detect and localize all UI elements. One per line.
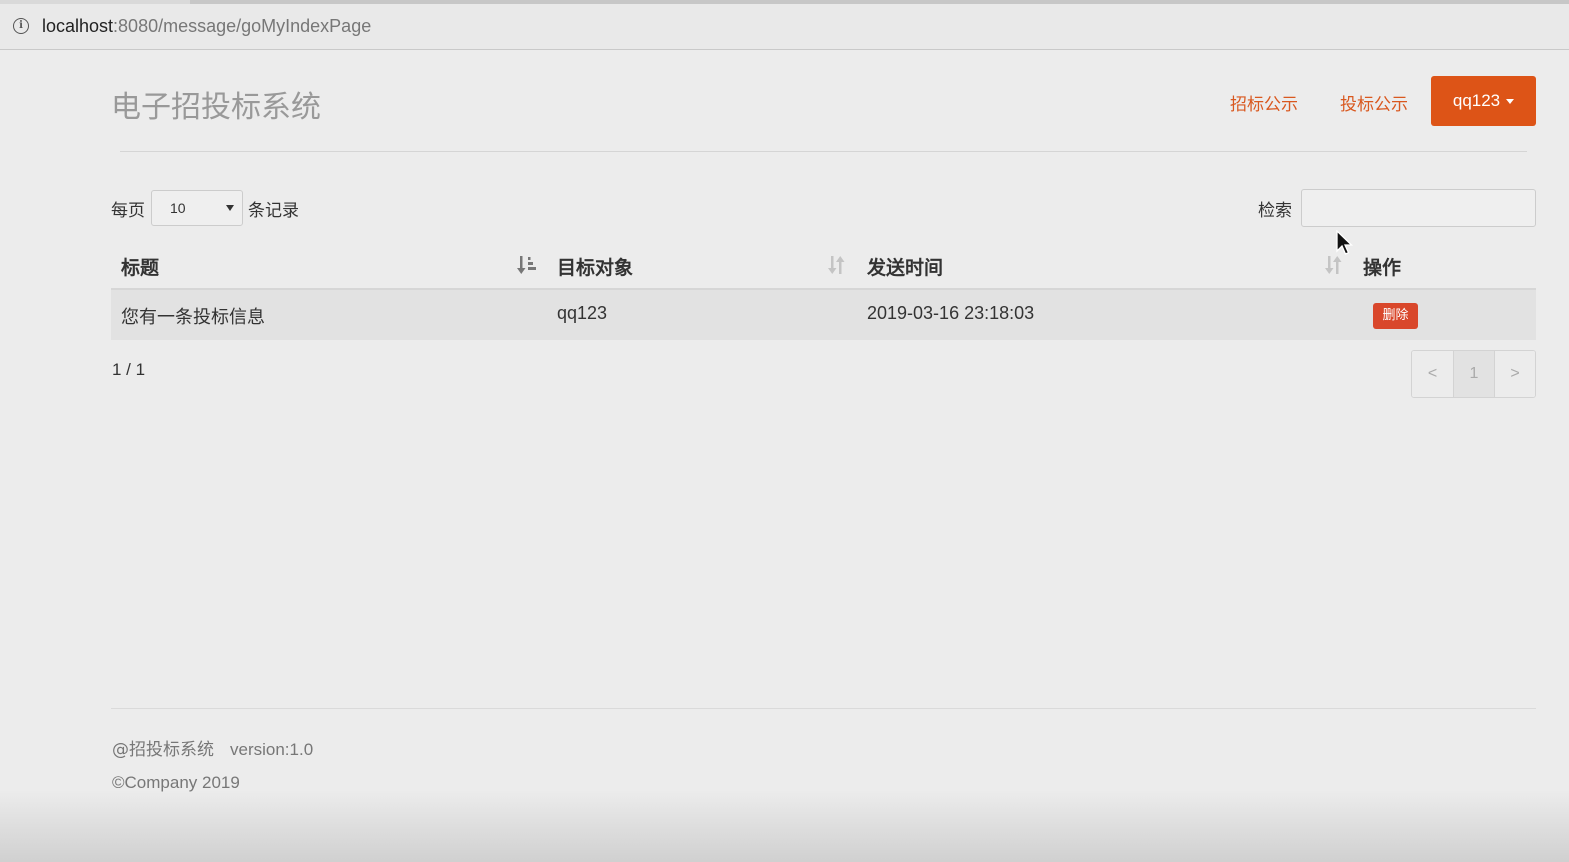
cell-time: 2019-03-16 23:18:03 [867, 303, 1035, 323]
url-host: localhost [42, 16, 114, 36]
table-row [111, 290, 1536, 340]
bottom-shade [0, 790, 1569, 862]
page-length-value: 10 [170, 200, 186, 216]
cell-title: 您有一条投标信息 [121, 307, 265, 328]
column-header-target[interactable]: 目标对象 [557, 253, 633, 280]
mouse-cursor-icon [1336, 230, 1354, 255]
info-icon[interactable]: i [13, 18, 29, 34]
caret-down-icon [1506, 99, 1515, 105]
column-header-time[interactable]: 发送时间 [867, 253, 943, 280]
url-path: :8080/message/goMyIndexPage [113, 16, 372, 36]
user-menu-label: qq123 [1452, 91, 1501, 110]
footer-system-line: @招投标系统 version:1.0 [112, 735, 313, 760]
browser-address-bar[interactable]: i localhost:8080/message/goMyIndexPage [0, 4, 1569, 50]
footer-system-name: @招投标系统 [112, 740, 214, 760]
url-text[interactable]: localhost:8080/message/goMyIndexPage [42, 16, 371, 37]
sort-desc-icon[interactable] [516, 253, 538, 277]
footer-version: version:1.0 [230, 740, 314, 759]
next-page-button[interactable]: > [1494, 351, 1535, 397]
page-number-button[interactable]: 1 [1453, 351, 1494, 397]
nav-tender-announcement[interactable]: 投标公示 [1340, 90, 1408, 115]
user-menu-button[interactable]: qq123 [1431, 76, 1536, 126]
length-suffix-label: 条记录 [248, 201, 299, 221]
cell-target: qq123 [557, 303, 608, 323]
search-input[interactable] [1301, 189, 1536, 227]
column-header-action: 操作 [1363, 257, 1402, 279]
footer-divider [111, 708, 1536, 709]
header-divider [120, 151, 1527, 152]
site-brand[interactable]: 电子招投标系统 [111, 82, 321, 126]
page-info: 1 / 1 [112, 360, 146, 379]
sort-both-icon[interactable] [826, 253, 848, 277]
column-header-title[interactable]: 标题 [121, 253, 159, 280]
nav-bid-announcement[interactable]: 招标公示 [1230, 90, 1298, 115]
select-arrow-icon [226, 205, 234, 211]
pagination: < 1 > [1411, 350, 1536, 398]
prev-page-button[interactable]: < [1412, 351, 1453, 397]
delete-button[interactable]: 删除 [1373, 303, 1418, 329]
search-label: 检索 [1258, 201, 1292, 221]
page-length-select[interactable]: 10 [151, 190, 243, 226]
length-prefix-label: 每页 [111, 201, 145, 221]
